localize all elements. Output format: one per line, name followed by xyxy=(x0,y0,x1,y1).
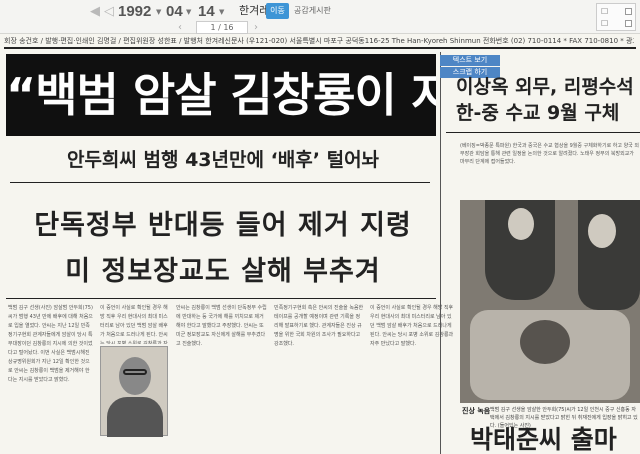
page-number-field[interactable]: 1 / 16 xyxy=(196,21,248,34)
right-headline: 이상옥 외무, 리평수석 xyxy=(456,76,634,98)
divider xyxy=(4,47,636,49)
option-label: ☐ xyxy=(601,19,609,28)
face-shape xyxy=(588,214,616,248)
divider xyxy=(6,298,436,299)
year-select[interactable]: 1992 xyxy=(118,3,151,20)
bottom-headline: 박태준씨 출마 xyxy=(470,425,617,454)
divider xyxy=(446,132,640,133)
glasses-shape xyxy=(123,369,147,375)
newspaper-page[interactable]: 회장 송건호 / 발행·편집·인쇄인 김명걸 / 편집위원장 성한표 / 발행처… xyxy=(0,34,640,454)
face-shape xyxy=(119,357,151,395)
page-navigator: ‹ 1 / 16 › xyxy=(178,21,266,34)
newspaper-select[interactable]: 한겨레 xyxy=(239,4,269,18)
caption-label: 진상 녹음 xyxy=(462,407,491,415)
column-divider xyxy=(440,52,441,454)
day-select[interactable]: 14 xyxy=(198,3,215,20)
share-board-link[interactable]: 공감게시판 xyxy=(294,4,331,18)
article-column: 안씨는 김창룡이 백범 선생이 단독정부 수립에 반대하는 등 국가에 해를 끼… xyxy=(176,305,267,347)
arrow-right-icon[interactable]: › xyxy=(254,21,258,34)
divider xyxy=(10,182,430,183)
article-column: 이 증언이 사실로 확인될 경우 해방 직후 우리 현대사의 최대 미스터리로 … xyxy=(100,305,168,344)
figure-shape xyxy=(520,320,570,364)
month-select[interactable]: 04 xyxy=(166,3,183,20)
arrow-left-icon[interactable]: ‹ xyxy=(178,21,182,34)
side-options-panel: ☐ ☐ xyxy=(596,3,636,31)
news-photo xyxy=(460,200,640,403)
viewer-toolbar: ◀ ◁ 1992 ▼ 04 ▼ 14 ▼ 한겨레 이동 공감게시판 ‹ 1 / … xyxy=(0,0,640,34)
article-column: 민족정기구현회 측은 안씨의 진술을 녹음한 테이프를 공개할 예정이며 관련 … xyxy=(274,305,364,347)
checkbox[interactable] xyxy=(625,8,632,15)
arrow-left-icon[interactable]: ◁ xyxy=(104,5,114,18)
right-article-text: (베이징=박종문 특파원) 한국과 중국은 수교 협상을 9월중 구체화하기로 … xyxy=(460,143,639,165)
right-headline: 한-중 수교 9월 구체 xyxy=(456,102,620,124)
checkbox[interactable] xyxy=(625,20,632,27)
body-shape xyxy=(107,397,163,437)
headline-tertiary: 미 정보장교도 살해 부추겨 xyxy=(65,256,381,287)
headline-secondary: 단독정부 반대등 들어 제거 지령 xyxy=(34,210,412,241)
face-shape xyxy=(508,208,534,240)
chevron-down-icon[interactable]: ▼ xyxy=(219,9,224,16)
chevron-down-icon[interactable]: ▼ xyxy=(156,9,161,16)
main-headline-banner: “백범 암살 김창룡이 지시” xyxy=(6,54,436,136)
chevron-down-icon[interactable]: ▼ xyxy=(186,9,191,16)
article-column: 이 증언이 사실로 확인될 경우 해방 직후 우리 현대사의 최대 미스터리로 … xyxy=(370,305,454,347)
subheadline: 안두희씨 범행 43년만에 ‘배후’ 털어놔 xyxy=(66,149,380,171)
article-column: 백범 김구 선생(사진) 암살범 안두희(75)씨가 범행 43년 만에 배후에… xyxy=(8,305,93,383)
arrow-left-icon[interactable]: ◀ xyxy=(90,5,100,18)
portrait-photo xyxy=(100,346,168,437)
option-label: ☐ xyxy=(601,7,609,16)
masthead-line: 회장 송건호 / 발행·편집·인쇄인 김명걸 / 편집위원장 성한표 / 발행처… xyxy=(4,37,634,45)
text-view-tag[interactable]: 텍스트 보기 xyxy=(440,55,500,66)
move-button[interactable]: 이동 xyxy=(266,3,289,19)
